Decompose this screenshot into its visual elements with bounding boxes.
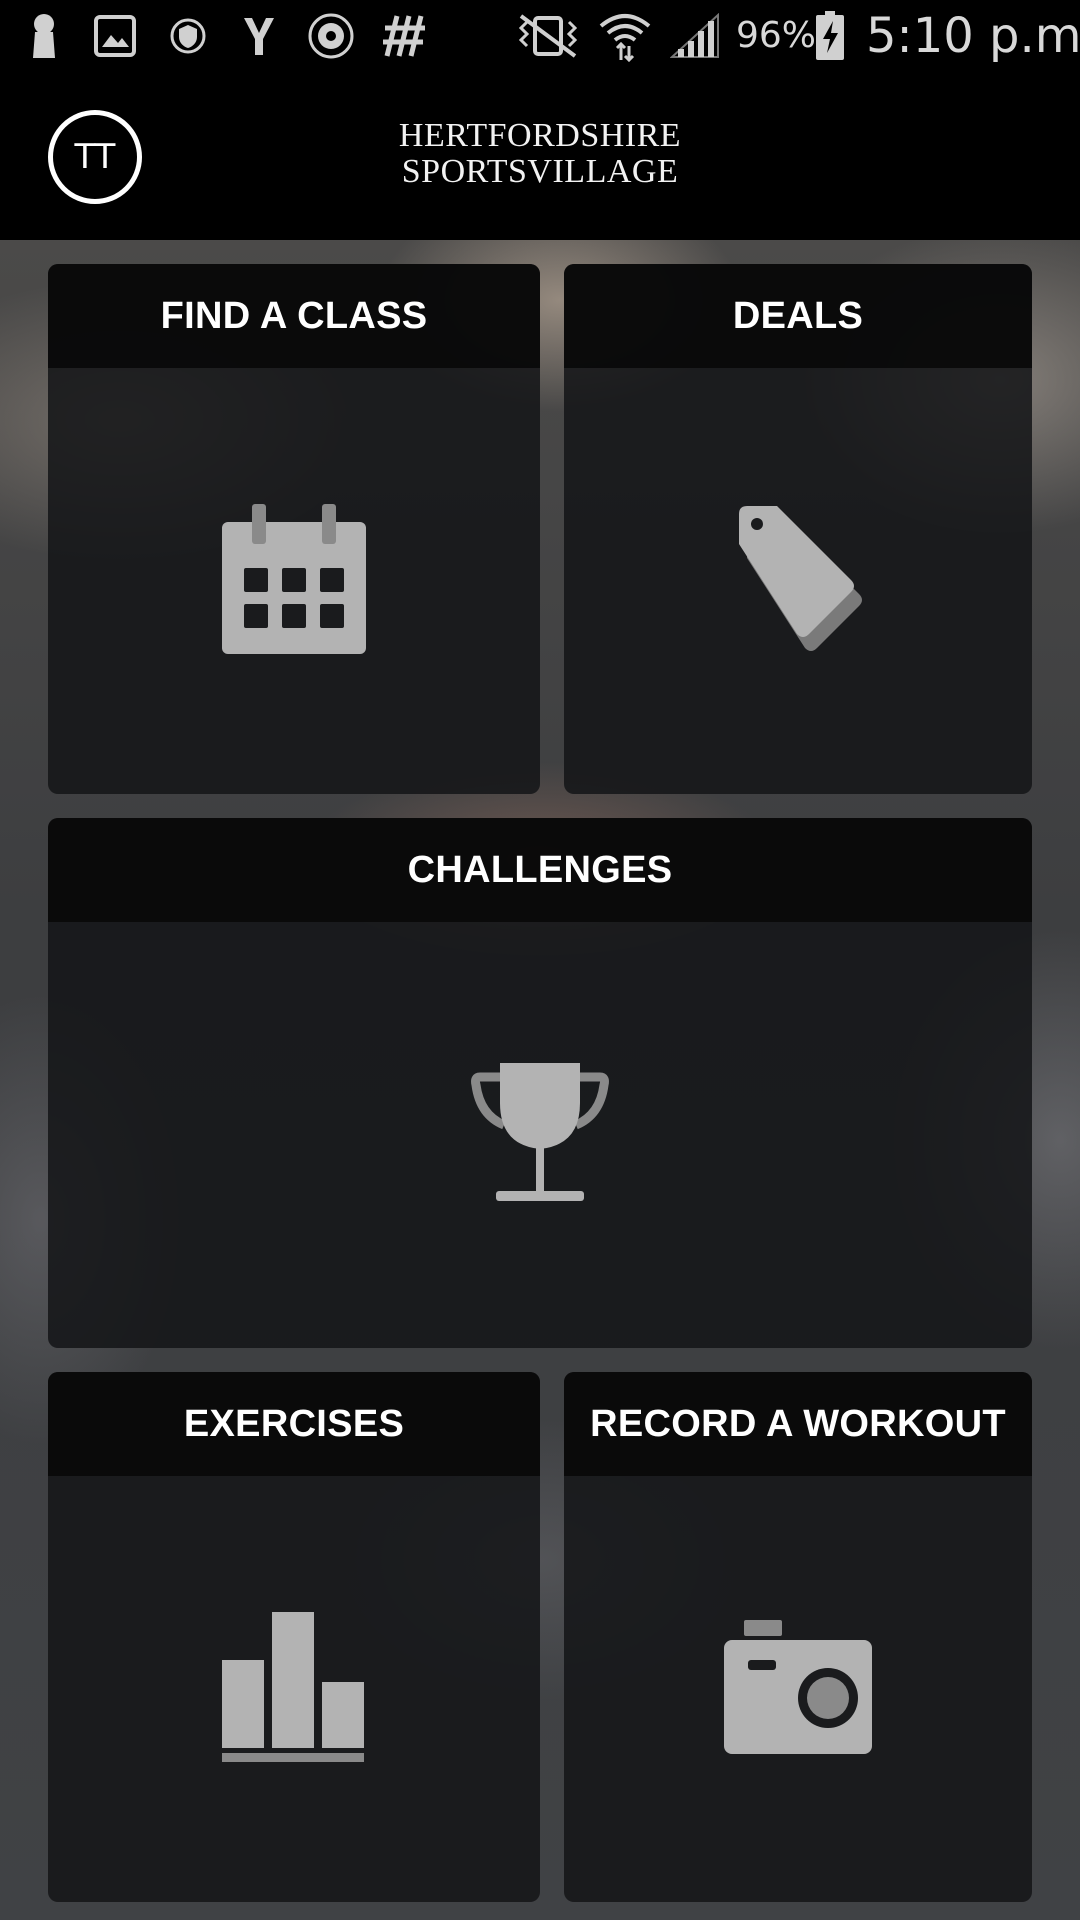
- avatar-initials: TT: [74, 137, 116, 177]
- gallery-icon: [92, 10, 138, 62]
- app-header: TT HERTFORDSHIRE SPORTSVILLAGE: [0, 72, 1080, 240]
- brand-line-2: SPORTSVILLAGE: [401, 153, 679, 190]
- brand-logo: HERTFORDSHIRE SPORTSVILLAGE: [340, 118, 740, 190]
- bar-chart-icon: [222, 1611, 366, 1767]
- challenges-tile[interactable]: CHALLENGES: [48, 818, 1032, 1348]
- shield-icon: [168, 10, 208, 62]
- wifi-icon: [596, 10, 654, 62]
- notification-icon: [26, 10, 62, 62]
- profile-avatar-button[interactable]: TT: [48, 110, 142, 204]
- record-a-workout-tile[interactable]: RECORD A WORKOUT: [564, 1372, 1032, 1902]
- tag-icon: [733, 504, 863, 659]
- find-a-class-tile[interactable]: FIND A CLASS: [48, 264, 540, 794]
- battery-percent: 96%: [736, 15, 817, 56]
- signal-icon: [668, 10, 722, 62]
- tile-title: FIND A CLASS: [48, 264, 540, 368]
- tile-title: RECORD A WORKOUT: [564, 1372, 1032, 1476]
- tile-title: DEALS: [564, 264, 1032, 368]
- tile-title: CHALLENGES: [48, 818, 1032, 922]
- exercises-tile[interactable]: EXERCISES: [48, 1372, 540, 1902]
- clock: 5:10 p.m.: [866, 8, 1080, 64]
- calendar-icon: [222, 503, 366, 659]
- battery-charging-icon: [814, 10, 846, 62]
- camera-icon: [724, 1619, 872, 1759]
- vibrate-icon: [512, 10, 584, 62]
- yahoo-icon: [238, 10, 280, 62]
- deals-tile[interactable]: DEALS: [564, 264, 1032, 794]
- brand-line-1: HERTFORDSHIRE: [398, 117, 682, 154]
- hashtag-app-icon: [380, 10, 430, 62]
- status-bar: 96% 5:10 p.m.: [0, 0, 1080, 72]
- trophy-icon: [470, 1062, 610, 1208]
- settings-app-icon: [306, 10, 356, 62]
- tile-title: EXERCISES: [48, 1372, 540, 1476]
